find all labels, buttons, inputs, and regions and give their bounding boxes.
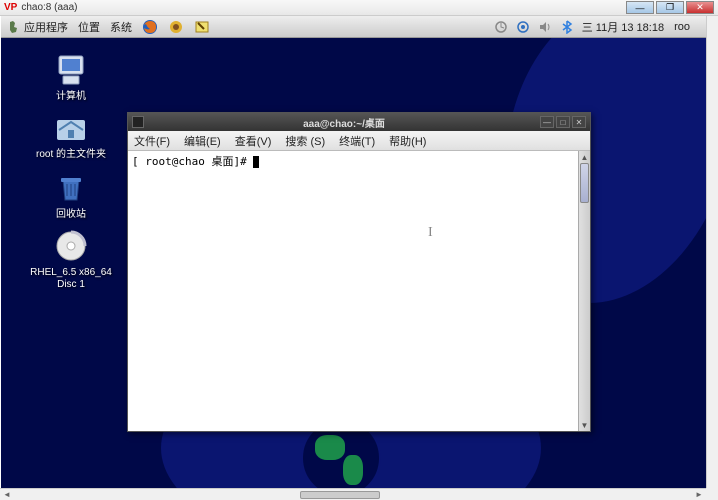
scroll-thumb[interactable] — [580, 163, 589, 203]
desktop-icon-disc[interactable]: RHEL_6.5 x86_64 Disc 1 — [21, 228, 121, 291]
desktop-icon-trash[interactable]: 回收站 — [31, 170, 111, 221]
menu-view[interactable]: 查看(V) — [235, 133, 272, 149]
vnc-titlebar: VP chao:8 (aaa) — ❐ ✕ — [0, 0, 718, 16]
desktop-icon-computer[interactable]: 计算机 — [31, 52, 111, 103]
viewer-scrollbar-vertical[interactable] — [706, 16, 718, 488]
mouse-ibeam-cursor: I — [428, 225, 433, 241]
icon-label: root 的主文件夹 — [36, 149, 106, 161]
system-tray — [494, 20, 574, 34]
menu-help[interactable]: 帮助(H) — [389, 133, 426, 149]
terminal-menubar: 文件(F) 编辑(E) 查看(V) 搜索 (S) 终端(T) 帮助(H) — [128, 131, 590, 151]
terminal-icon — [132, 116, 144, 128]
firefox-icon — [142, 19, 158, 35]
note-icon — [194, 19, 210, 35]
firefox-launcher[interactable] — [142, 19, 158, 35]
computer-icon — [53, 52, 89, 88]
term-minimize-button[interactable]: — — [540, 116, 554, 128]
vnc-title: chao:8 (aaa) — [21, 2, 626, 13]
scroll-up-arrow[interactable]: ▲ — [579, 151, 590, 163]
terminal-body: [ root@chao 桌面]# I ▲ ▼ — [128, 151, 590, 431]
term-close-button[interactable]: ✕ — [572, 116, 586, 128]
menu-terminal[interactable]: 终端(T) — [339, 133, 375, 149]
scroll-right-arrow[interactable]: ► — [692, 490, 706, 500]
menu-file[interactable]: 文件(F) — [134, 133, 170, 149]
term-maximize-button[interactable]: □ — [556, 116, 570, 128]
user-menu[interactable]: roo — [674, 21, 690, 33]
scroll-corner — [706, 488, 718, 500]
volume-icon[interactable] — [538, 20, 552, 34]
foot-icon — [7, 20, 21, 34]
terminal-titlebar[interactable]: aaa@chao:~/桌面 — □ ✕ — [128, 113, 590, 131]
vnc-logo: VP — [4, 2, 17, 13]
menu-search[interactable]: 搜索 (S) — [285, 133, 325, 149]
terminal-content[interactable]: [ root@chao 桌面]# I — [128, 151, 578, 431]
desktop-icon-home[interactable]: root 的主文件夹 — [31, 110, 111, 161]
gnome-top-panel: 应用程序 位置 系统 三 11月 13 18:18 roo — [1, 16, 706, 38]
viewer-scrollbar-horizontal[interactable]: ◄ ► — [0, 488, 706, 500]
tray-icon-2[interactable] — [516, 20, 530, 34]
system-menu[interactable]: 系统 — [110, 19, 132, 35]
minimize-button[interactable]: — — [626, 1, 654, 14]
menu-edit[interactable]: 编辑(E) — [184, 133, 221, 149]
app-icon — [168, 19, 184, 35]
trash-icon — [53, 170, 89, 206]
launcher-3[interactable] — [194, 19, 210, 35]
icon-label: RHEL_6.5 x86_64 Disc 1 — [30, 267, 112, 291]
scroll-left-arrow[interactable]: ◄ — [0, 490, 14, 500]
launcher-2[interactable] — [168, 19, 184, 35]
text-cursor — [253, 156, 259, 168]
terminal-scrollbar[interactable]: ▲ ▼ — [578, 151, 590, 431]
desktop-area[interactable]: 计算机 root 的主文件夹 回收站 RHEL_6.5 x86_64 Disc … — [1, 38, 706, 488]
terminal-window: aaa@chao:~/桌面 — □ ✕ 文件(F) 编辑(E) 查看(V) 搜索… — [127, 112, 591, 432]
window-controls: — ❐ ✕ — [626, 1, 714, 14]
tray-icon-1[interactable] — [494, 20, 508, 34]
close-button[interactable]: ✕ — [686, 1, 714, 14]
shell-prompt: [ root@chao 桌面]# — [132, 155, 253, 168]
terminal-title: aaa@chao:~/桌面 — [150, 115, 538, 130]
icon-label: 回收站 — [56, 209, 86, 221]
home-folder-icon — [53, 110, 89, 146]
places-menu[interactable]: 位置 — [78, 19, 100, 35]
icon-label: 计算机 — [56, 91, 86, 103]
scroll-thumb[interactable] — [300, 491, 380, 499]
bluetooth-icon[interactable] — [560, 20, 574, 34]
scroll-down-arrow[interactable]: ▼ — [579, 419, 590, 431]
apps-menu[interactable]: 应用程序 — [7, 19, 68, 35]
maximize-button[interactable]: ❐ — [656, 1, 684, 14]
panel-clock[interactable]: 三 11月 13 18:18 — [582, 19, 664, 35]
remote-desktop-viewport: 应用程序 位置 系统 三 11月 13 18:18 roo — [1, 16, 706, 488]
disc-icon — [53, 228, 89, 264]
apps-label: 应用程序 — [24, 19, 68, 35]
